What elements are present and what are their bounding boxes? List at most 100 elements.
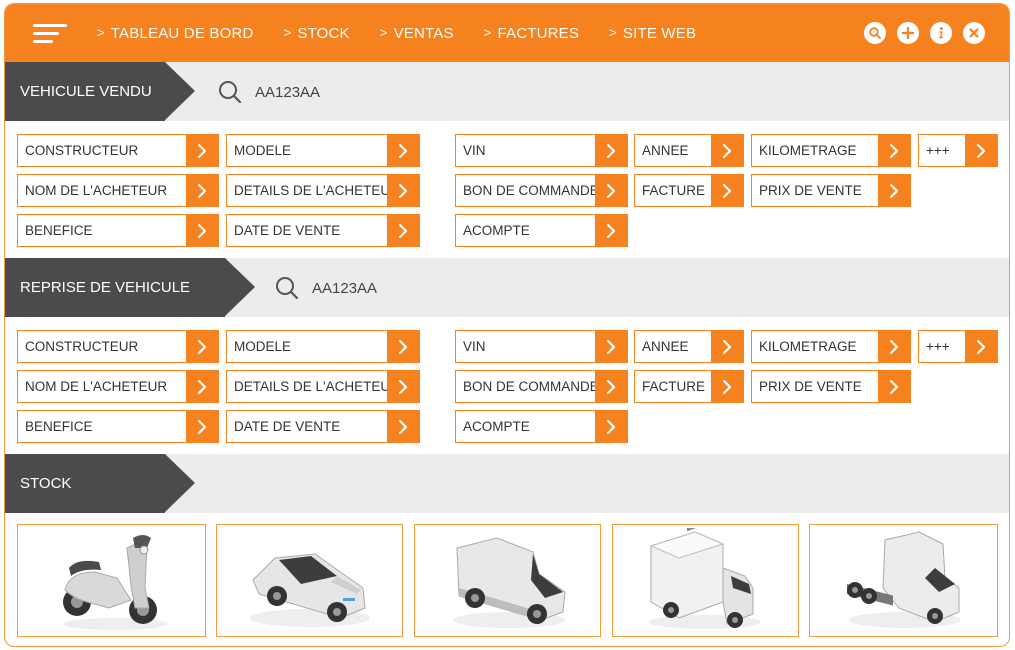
field-button[interactable]: KILOMETRAGE [751, 134, 911, 167]
nav-item-dashboard[interactable]: > TABLEAU DE BORD [97, 25, 254, 42]
close-icon[interactable] [963, 22, 985, 44]
magnifier-icon [276, 277, 299, 300]
chevron-right-icon[interactable] [387, 371, 419, 402]
field-label: ACOMPTE [463, 223, 530, 238]
nav-item-sales[interactable]: > VENTAS [380, 25, 454, 42]
stock-card-car[interactable] [216, 524, 403, 637]
chevron-right-icon[interactable] [387, 175, 419, 206]
chevron-right-icon[interactable] [965, 331, 997, 362]
field-button[interactable]: +++ [918, 330, 998, 363]
field-button[interactable]: NOM DE L'ACHETEUR [17, 174, 219, 207]
field-label: DETAILS DE L'ACHETEUR [234, 183, 387, 198]
field-label: MODELE [234, 339, 292, 354]
field-button[interactable]: BENEFICE [17, 410, 219, 443]
chevron-right-icon[interactable] [387, 331, 419, 362]
chevron-right-icon[interactable] [186, 175, 218, 206]
section-search[interactable]: AA123AA [217, 79, 320, 105]
stock-card-van[interactable] [414, 524, 601, 637]
info-icon[interactable] [930, 22, 952, 44]
field-button[interactable]: MODELE [226, 134, 420, 167]
top-actions [853, 22, 985, 44]
chevron-right-icon[interactable] [711, 175, 743, 206]
field-button[interactable]: VIN [455, 134, 628, 167]
chevron-right-icon[interactable] [186, 411, 218, 442]
field-button[interactable]: PRIX DE VENTE [751, 370, 911, 403]
chevron-right-icon: > [609, 24, 617, 40]
chevron-right-icon[interactable] [711, 371, 743, 402]
field-button[interactable]: BON DE COMMANDE [455, 370, 628, 403]
field-button[interactable]: NOM DE L'ACHETEUR [17, 370, 219, 403]
chevron-right-icon[interactable] [595, 215, 627, 246]
chevron-right-icon[interactable] [595, 411, 627, 442]
section-title: VEHICULE VENDU [5, 62, 195, 121]
field-button[interactable]: ACOMPTE [455, 214, 628, 247]
field-button[interactable]: BENEFICE [17, 214, 219, 247]
field-label: BON DE COMMANDE [463, 379, 595, 394]
field-button[interactable]: FACTURE [634, 174, 744, 207]
field-label: ANNEE [642, 339, 689, 354]
chevron-right-icon: > [483, 24, 492, 40]
chevron-right-icon[interactable] [595, 371, 627, 402]
field-button[interactable]: ACOMPTE [455, 410, 628, 443]
search-icon[interactable] [864, 22, 886, 44]
field-button[interactable]: DATE DE VENTE [226, 214, 420, 247]
chevron-right-icon[interactable] [387, 411, 419, 442]
hamburger-icon[interactable] [33, 24, 67, 44]
field-button[interactable]: FACTURE [634, 370, 744, 403]
field-button[interactable]: CONSTRUCTEUR [17, 330, 219, 363]
field-button[interactable]: +++ [918, 134, 998, 167]
field-label: BENEFICE [25, 223, 93, 238]
section-header-sold-vehicle: VEHICULE VENDU AA123AA [5, 62, 1009, 121]
chevron-right-icon[interactable] [186, 371, 218, 402]
chevron-right-icon[interactable] [387, 215, 419, 246]
field-label: BON DE COMMANDE [463, 183, 595, 198]
truck-icon [648, 528, 761, 629]
chevron-right-icon[interactable] [711, 331, 743, 362]
nav-item-invoices[interactable]: > FACTURES [484, 25, 579, 42]
semi-truck-icon [846, 531, 961, 628]
field-button[interactable]: DETAILS DE L'ACHETEUR [226, 174, 420, 207]
chevron-right-icon[interactable] [878, 175, 910, 206]
nav-item-stock[interactable]: > STOCK [284, 25, 350, 42]
chevron-right-icon[interactable] [878, 371, 910, 402]
chevron-right-icon[interactable] [878, 135, 910, 166]
chevron-right-icon[interactable] [878, 331, 910, 362]
field-button[interactable]: PRIX DE VENTE [751, 174, 911, 207]
field-label: +++ [926, 339, 950, 354]
chevron-right-icon[interactable] [595, 135, 627, 166]
nav-item-website[interactable]: > SITE WEB [609, 25, 696, 42]
stock-card-truck[interactable] [612, 524, 799, 637]
field-button[interactable]: ANNEE [634, 134, 744, 167]
section-search[interactable]: AA123AA [274, 275, 377, 301]
main-nav: > TABLEAU DE BORD > STOCK > VENTAS > FACTURE… [97, 4, 726, 62]
search-value: AA123AA [312, 279, 378, 297]
top-bar: > TABLEAU DE BORD > STOCK > VENTAS > FACTURE… [5, 4, 1009, 62]
chevron-right-icon[interactable] [186, 331, 218, 362]
stock-card-scooter[interactable] [17, 524, 206, 637]
field-label: DETAILS DE L'ACHETEUR [234, 379, 387, 394]
field-label: VIN [463, 339, 486, 354]
field-label: NOM DE L'ACHETEUR [25, 183, 168, 198]
field-label: VIN [463, 143, 486, 158]
field-button[interactable]: ANNEE [634, 330, 744, 363]
field-button[interactable]: BON DE COMMANDE [455, 174, 628, 207]
chevron-right-icon[interactable] [186, 135, 218, 166]
field-button[interactable]: DETAILS DE L'ACHETEUR [226, 370, 420, 403]
field-label: DATE DE VENTE [234, 223, 341, 238]
field-label: MODELE [234, 143, 292, 158]
stock-card-semi-truck[interactable] [809, 524, 998, 637]
field-button[interactable]: KILOMETRAGE [751, 330, 911, 363]
chevron-right-icon[interactable] [387, 135, 419, 166]
field-button[interactable]: CONSTRUCTEUR [17, 134, 219, 167]
chevron-right-icon[interactable] [186, 215, 218, 246]
chevron-right-icon[interactable] [595, 331, 627, 362]
field-button[interactable]: VIN [455, 330, 628, 363]
add-icon[interactable] [897, 22, 919, 44]
field-button[interactable]: MODELE [226, 330, 420, 363]
chevron-right-icon[interactable] [595, 175, 627, 206]
chevron-right-icon[interactable] [711, 135, 743, 166]
chevron-right-icon[interactable] [965, 135, 997, 166]
field-label: PRIX DE VENTE [759, 379, 862, 394]
van-icon [452, 537, 566, 628]
field-button[interactable]: DATE DE VENTE [226, 410, 420, 443]
